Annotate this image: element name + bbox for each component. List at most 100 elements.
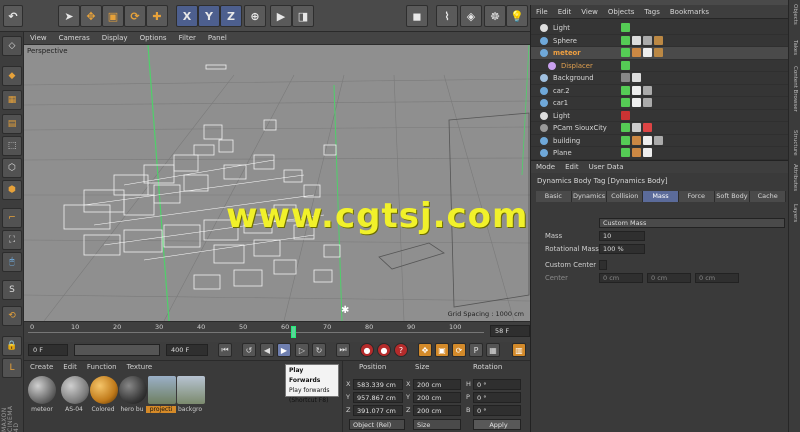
- size-z-field[interactable]: 200 cm: [413, 405, 461, 416]
- snap-icon[interactable]: 🖱: [2, 252, 22, 272]
- rotate-tool-icon[interactable]: ⟳: [124, 5, 146, 27]
- axis-z-button[interactable]: Z: [220, 5, 242, 27]
- position-y-field[interactable]: 957.867 cm: [353, 392, 403, 403]
- object-row[interactable]: Light: [531, 22, 789, 35]
- visible-check-icon[interactable]: [621, 23, 630, 32]
- render-picture-icon[interactable]: ◨: [292, 5, 314, 27]
- size-y-field[interactable]: 200 cm: [413, 392, 461, 403]
- axis-lock-icon[interactable]: L: [2, 358, 22, 378]
- tweak-mode-icon[interactable]: ⛶: [2, 230, 22, 250]
- attr-menu-user-data[interactable]: User Data: [584, 163, 629, 171]
- timeline-window-icon[interactable]: ▥: [512, 343, 526, 357]
- workplane-icon[interactable]: ▤: [2, 114, 22, 134]
- polygons-mode-icon[interactable]: ⬢: [2, 180, 22, 200]
- object-row[interactable]: building: [531, 135, 789, 147]
- record-icon[interactable]: ●: [360, 343, 374, 357]
- instance-icon[interactable]: ◈: [460, 5, 482, 27]
- rotational-mass-field[interactable]: 100 %: [599, 244, 645, 254]
- point-level-icon[interactable]: ▦: [486, 343, 500, 357]
- om-menu-edit[interactable]: Edit: [553, 8, 577, 16]
- texture-mode-icon[interactable]: ▦: [2, 90, 22, 110]
- object-row[interactable]: Displacer: [531, 60, 789, 72]
- material-menu-create[interactable]: Create: [30, 363, 53, 371]
- go-to-start-icon[interactable]: ⏮: [218, 343, 232, 357]
- side-tab-layers[interactable]: Layers: [790, 204, 800, 222]
- tab-force[interactable]: Force: [678, 191, 715, 202]
- center-x-field[interactable]: 0 cm: [599, 273, 643, 283]
- object-row[interactable]: Light: [531, 110, 789, 122]
- object-row[interactable]: meteor: [531, 47, 789, 60]
- tab-soft-body[interactable]: Soft Body: [714, 191, 751, 202]
- grid-lock-icon[interactable]: 🔒: [2, 336, 22, 356]
- viewport-menu-filter[interactable]: Filter: [173, 34, 202, 42]
- material-menu-edit[interactable]: Edit: [63, 363, 77, 371]
- rotation-p-field[interactable]: 0 °: [473, 392, 521, 403]
- axis-mode-icon[interactable]: ⌐: [2, 208, 22, 228]
- object-row[interactable]: PCam SiouxCity: [531, 122, 789, 135]
- object-row[interactable]: Sphere: [531, 35, 789, 47]
- material-menu-texture[interactable]: Texture: [127, 363, 153, 371]
- viewport-menu-cameras[interactable]: Cameras: [53, 34, 96, 42]
- center-y-field[interactable]: 0 cm: [647, 273, 691, 283]
- end-frame-field[interactable]: 400 F: [166, 344, 208, 356]
- object-row[interactable]: Plane: [531, 147, 789, 160]
- side-tab-takes[interactable]: Takes: [790, 40, 800, 55]
- om-menu-tags[interactable]: Tags: [639, 8, 665, 16]
- custom-center-checkbox[interactable]: [599, 260, 607, 270]
- current-frame-field[interactable]: 58 F: [490, 325, 530, 337]
- coordinate-mode-select[interactable]: Object (Rel): [349, 419, 405, 430]
- scene-icon[interactable]: ☸: [484, 5, 506, 27]
- scale-key-icon[interactable]: ▣: [435, 343, 449, 357]
- frame-range-slider[interactable]: [74, 344, 160, 356]
- side-tab-objects[interactable]: Objects: [790, 4, 800, 25]
- cube-icon[interactable]: ◼: [406, 5, 428, 27]
- attr-menu-edit[interactable]: Edit: [560, 163, 584, 171]
- world-coordinate-icon[interactable]: ⊕: [244, 5, 266, 27]
- keyframe-selection-icon[interactable]: ?: [394, 343, 408, 357]
- points-mode-icon[interactable]: ⬚: [2, 136, 22, 156]
- side-tab-attributes[interactable]: Attributes: [790, 164, 800, 191]
- axis-x-button[interactable]: X: [176, 5, 198, 27]
- model-mode-icon[interactable]: ◆: [2, 66, 22, 86]
- material-menu-function[interactable]: Function: [87, 363, 117, 371]
- viewport-menu-panel[interactable]: Panel: [202, 34, 233, 42]
- next-frame-icon[interactable]: ▷: [295, 343, 309, 357]
- mass-mode-select[interactable]: Custom Mass: [599, 218, 785, 228]
- previous-key-icon[interactable]: ↺: [242, 343, 256, 357]
- side-tab-content-browser[interactable]: Content Browser: [790, 66, 800, 112]
- viewport[interactable]: ✱ Perspective Grid Spacing : 1000 cm: [24, 45, 530, 321]
- object-row[interactable]: Background: [531, 72, 789, 85]
- mass-field[interactable]: 10: [599, 231, 645, 241]
- rotation-b-field[interactable]: 0 °: [473, 405, 521, 416]
- select-tool-icon[interactable]: ➤: [58, 5, 80, 27]
- sculpt-icon[interactable]: S: [2, 280, 22, 300]
- move-tool-icon[interactable]: ✥: [80, 5, 102, 27]
- render-view-icon[interactable]: ▶: [270, 5, 292, 27]
- start-frame-field[interactable]: 0 F: [28, 344, 68, 356]
- size-x-field[interactable]: 200 cm: [413, 379, 461, 390]
- edges-mode-icon[interactable]: ⬡: [2, 158, 22, 178]
- om-menu-objects[interactable]: Objects: [603, 8, 639, 16]
- position-x-field[interactable]: 583.339 cm: [353, 379, 403, 390]
- om-menu-view[interactable]: View: [576, 8, 603, 16]
- tab-cache[interactable]: Cache: [750, 191, 787, 202]
- light-icon[interactable]: 💡: [506, 5, 528, 27]
- lock-workplane-icon[interactable]: ⟲: [2, 306, 22, 326]
- side-tab-structure[interactable]: Structure: [790, 130, 800, 156]
- material-swatch[interactable]: [119, 376, 147, 404]
- next-key-icon[interactable]: ↻: [312, 343, 326, 357]
- apply-button[interactable]: Apply: [473, 419, 521, 430]
- tab-mass[interactable]: Mass: [643, 191, 679, 202]
- tab-dynamics[interactable]: Dynamics: [571, 191, 608, 202]
- om-menu-file[interactable]: File: [531, 8, 553, 16]
- go-to-end-icon[interactable]: ⏭: [336, 343, 350, 357]
- object-row[interactable]: car.2: [531, 85, 789, 97]
- object-row[interactable]: car1: [531, 97, 789, 110]
- bend-icon[interactable]: ⌇: [436, 5, 458, 27]
- viewport-menu-display[interactable]: Display: [96, 34, 134, 42]
- material-swatch[interactable]: [28, 376, 56, 404]
- material-swatch[interactable]: [148, 376, 176, 404]
- om-menu-bookmarks[interactable]: Bookmarks: [665, 8, 714, 16]
- viewport-menu-view[interactable]: View: [24, 34, 53, 42]
- parameter-key-icon[interactable]: P: [469, 343, 483, 357]
